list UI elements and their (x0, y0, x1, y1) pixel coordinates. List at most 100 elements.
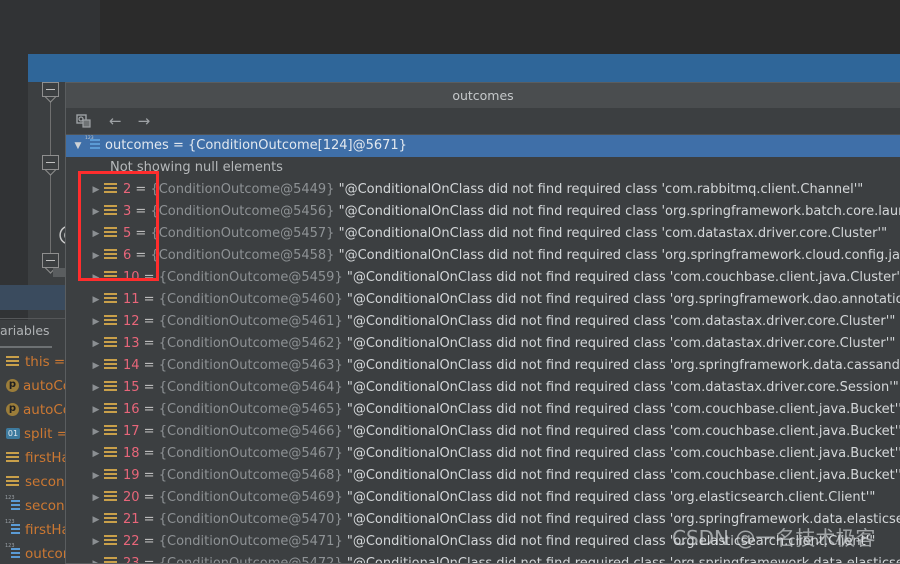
object-reference: {ConditionOutcome@5462} (158, 336, 343, 351)
tree-row[interactable]: ▶ 15 = {ConditionOutcome@5464} "@Conditio… (66, 377, 900, 399)
array-index: 17 (123, 424, 140, 439)
object-icon (104, 271, 118, 283)
array-index: 10 (123, 270, 140, 285)
fold-marker-3[interactable] (42, 253, 59, 268)
chevron-right-icon[interactable]: ▶ (90, 179, 102, 201)
variable-row[interactable]: secondH (0, 470, 65, 494)
outcome-message: "@ConditionalOnClass did not find requir… (346, 490, 876, 505)
tree-row[interactable]: ▶ 5 = {ConditionOutcome@5457} "@Condition… (66, 223, 900, 245)
tree-row[interactable]: ▶ 17 = {ConditionOutcome@5466} "@Conditio… (66, 421, 900, 443)
object-icon (104, 359, 118, 371)
tree-row[interactable]: ▶ 16 = {ConditionOutcome@5465} "@Conditio… (66, 399, 900, 421)
tree-row[interactable]: ▶ 6 = {ConditionOutcome@5458} "@Condition… (66, 245, 900, 267)
equals-sign: = (139, 534, 159, 549)
chevron-right-icon[interactable]: ▶ (90, 399, 102, 421)
equals-sign: = (139, 490, 159, 505)
back-arrow-icon[interactable]: ← (109, 112, 122, 130)
outcome-message: "@ConditionalOnClass did not find requir… (346, 402, 900, 417)
array-index: 18 (123, 446, 140, 461)
equals-sign: = (139, 424, 159, 439)
chevron-right-icon[interactable]: ▶ (90, 223, 102, 245)
null-elements-text: Not showing null elements (110, 160, 283, 175)
code-line-3-return-highlighted[interactable]: return outcomes; outcomes: ConditionOutc… (0, 54, 900, 82)
chevron-right-icon[interactable]: ▶ (90, 531, 102, 553)
object-icon (104, 557, 118, 563)
object-icon (104, 293, 118, 305)
variable-row[interactable]: autoCon (0, 374, 65, 398)
object-icon (104, 469, 118, 481)
array-index: 22 (123, 534, 140, 549)
chevron-right-icon[interactable]: ▶ (90, 509, 102, 531)
chevron-right-icon[interactable]: ▶ (90, 377, 102, 399)
tree-row[interactable]: ▶ 19 = {ConditionOutcome@5468} "@Conditio… (66, 465, 900, 487)
equals-sign: = (139, 512, 159, 527)
chevron-right-icon[interactable]: ▶ (90, 553, 102, 563)
chevron-right-icon[interactable]: ▶ (90, 333, 102, 355)
forward-arrow-icon[interactable]: → (138, 112, 151, 130)
fold-connector-2 (50, 168, 51, 256)
code-line-1[interactable]: System.arraycopy(firstHalf, srcPos: 0, o… (0, 0, 900, 27)
chevron-down-icon[interactable]: ▼ (72, 135, 84, 157)
variable-row[interactable]: secondH (0, 494, 65, 518)
array-index: 12 (123, 314, 140, 329)
tree-row[interactable]: ▶ 23 = {ConditionOutcome@5472} "@Conditio… (66, 553, 900, 564)
chevron-right-icon[interactable]: ▶ (90, 487, 102, 509)
chevron-right-icon[interactable]: ▶ (90, 267, 102, 289)
tree-row[interactable]: ▶ 13 = {ConditionOutcome@5462} "@Conditio… (66, 333, 900, 355)
variables-panel: ariables this = {C autoCon autoCon split = … (0, 320, 65, 564)
tree-row[interactable]: ▶ 22 = {ConditionOutcome@5471} "@Conditio… (66, 531, 900, 553)
outcome-message: "@ConditionalOnClass did not find requir… (338, 204, 900, 219)
tree-row[interactable]: ▶ 3 = {ConditionOutcome@5456} "@Condition… (66, 201, 900, 223)
object-reference: {ConditionOutcome@5471} (158, 534, 343, 549)
fold-marker-2[interactable] (42, 155, 59, 170)
variable-row[interactable]: outcome (0, 542, 65, 564)
tree-row[interactable]: ▶ 18 = {ConditionOutcome@5467} "@Conditio… (66, 443, 900, 465)
chevron-right-icon[interactable]: ▶ (90, 201, 102, 223)
object-reference: {ConditionOutcome@5472} (158, 556, 343, 564)
chevron-right-icon[interactable]: ▶ (90, 443, 102, 465)
tree-row[interactable]: ▶ 21 = {ConditionOutcome@5470} "@Conditio… (66, 509, 900, 531)
tree-root-row[interactable]: ▼ outcomes = {ConditionOutcome[124]@5671} (66, 135, 900, 157)
fold-marker-1[interactable] (42, 82, 59, 97)
array-index: 13 (123, 336, 140, 351)
array-index: 15 (123, 380, 140, 395)
fold-tab[interactable] (53, 268, 65, 277)
chevron-right-icon[interactable]: ▶ (90, 465, 102, 487)
tree-row[interactable]: ▶ 2 = {ConditionOutcome@5449} "@Condition… (66, 179, 900, 201)
variable-row[interactable]: firstHalf (0, 518, 65, 542)
equals-sign: = (139, 446, 159, 461)
variable-row[interactable]: split = 6 (0, 422, 65, 446)
left-selected-row (0, 285, 65, 310)
chevron-right-icon[interactable]: ▶ (90, 355, 102, 377)
code-line-2[interactable]: System.arraycopy(secondHalf, srcPos: 0, … (0, 27, 900, 54)
object-icon (104, 447, 118, 459)
object-reference: {ConditionOutcome@5457} (150, 226, 335, 241)
tree-row[interactable]: ▶ 12 = {ConditionOutcome@5461} "@Conditio… (66, 311, 900, 333)
variable-row[interactable]: this = {C (0, 350, 65, 374)
object-icon (104, 205, 118, 217)
object-icon (104, 425, 118, 437)
variable-row[interactable]: firstHalfI (0, 446, 65, 470)
tree-row[interactable]: ▶ 10 = {ConditionOutcome@5459} "@Conditio… (66, 267, 900, 289)
outcome-message: "@ConditionalOnClass did not find requir… (346, 380, 899, 395)
chevron-right-icon[interactable]: ▶ (90, 245, 102, 267)
object-reference: {ConditionOutcome@5467} (158, 446, 343, 461)
chevron-right-icon[interactable]: ▶ (90, 289, 102, 311)
equals-sign: = (131, 248, 151, 263)
chevron-right-icon[interactable]: ▶ (90, 311, 102, 333)
tree-row[interactable]: ▶ 11 = {ConditionOutcome@5460} "@Conditio… (66, 289, 900, 311)
equals-sign: = (139, 468, 159, 483)
object-icon (104, 513, 118, 525)
inspect-icon[interactable] (75, 112, 93, 130)
object-reference: {ConditionOutcome@5461} (158, 314, 343, 329)
equals-sign: = (139, 380, 159, 395)
array-index: 16 (123, 402, 140, 417)
variable-label: autoCon (23, 378, 65, 394)
tree-row[interactable]: ▶ 14 = {ConditionOutcome@5463} "@Conditio… (66, 355, 900, 377)
tree-row[interactable]: ▶ 20 = {ConditionOutcome@5469} "@Conditio… (66, 487, 900, 509)
equals-sign: = (131, 204, 151, 219)
variable-row[interactable]: autoCon (0, 398, 65, 422)
variables-tab-label[interactable]: ariables (0, 320, 65, 342)
outcome-message: "@ConditionalOnClass did not find requir… (346, 292, 900, 307)
chevron-right-icon[interactable]: ▶ (90, 421, 102, 443)
